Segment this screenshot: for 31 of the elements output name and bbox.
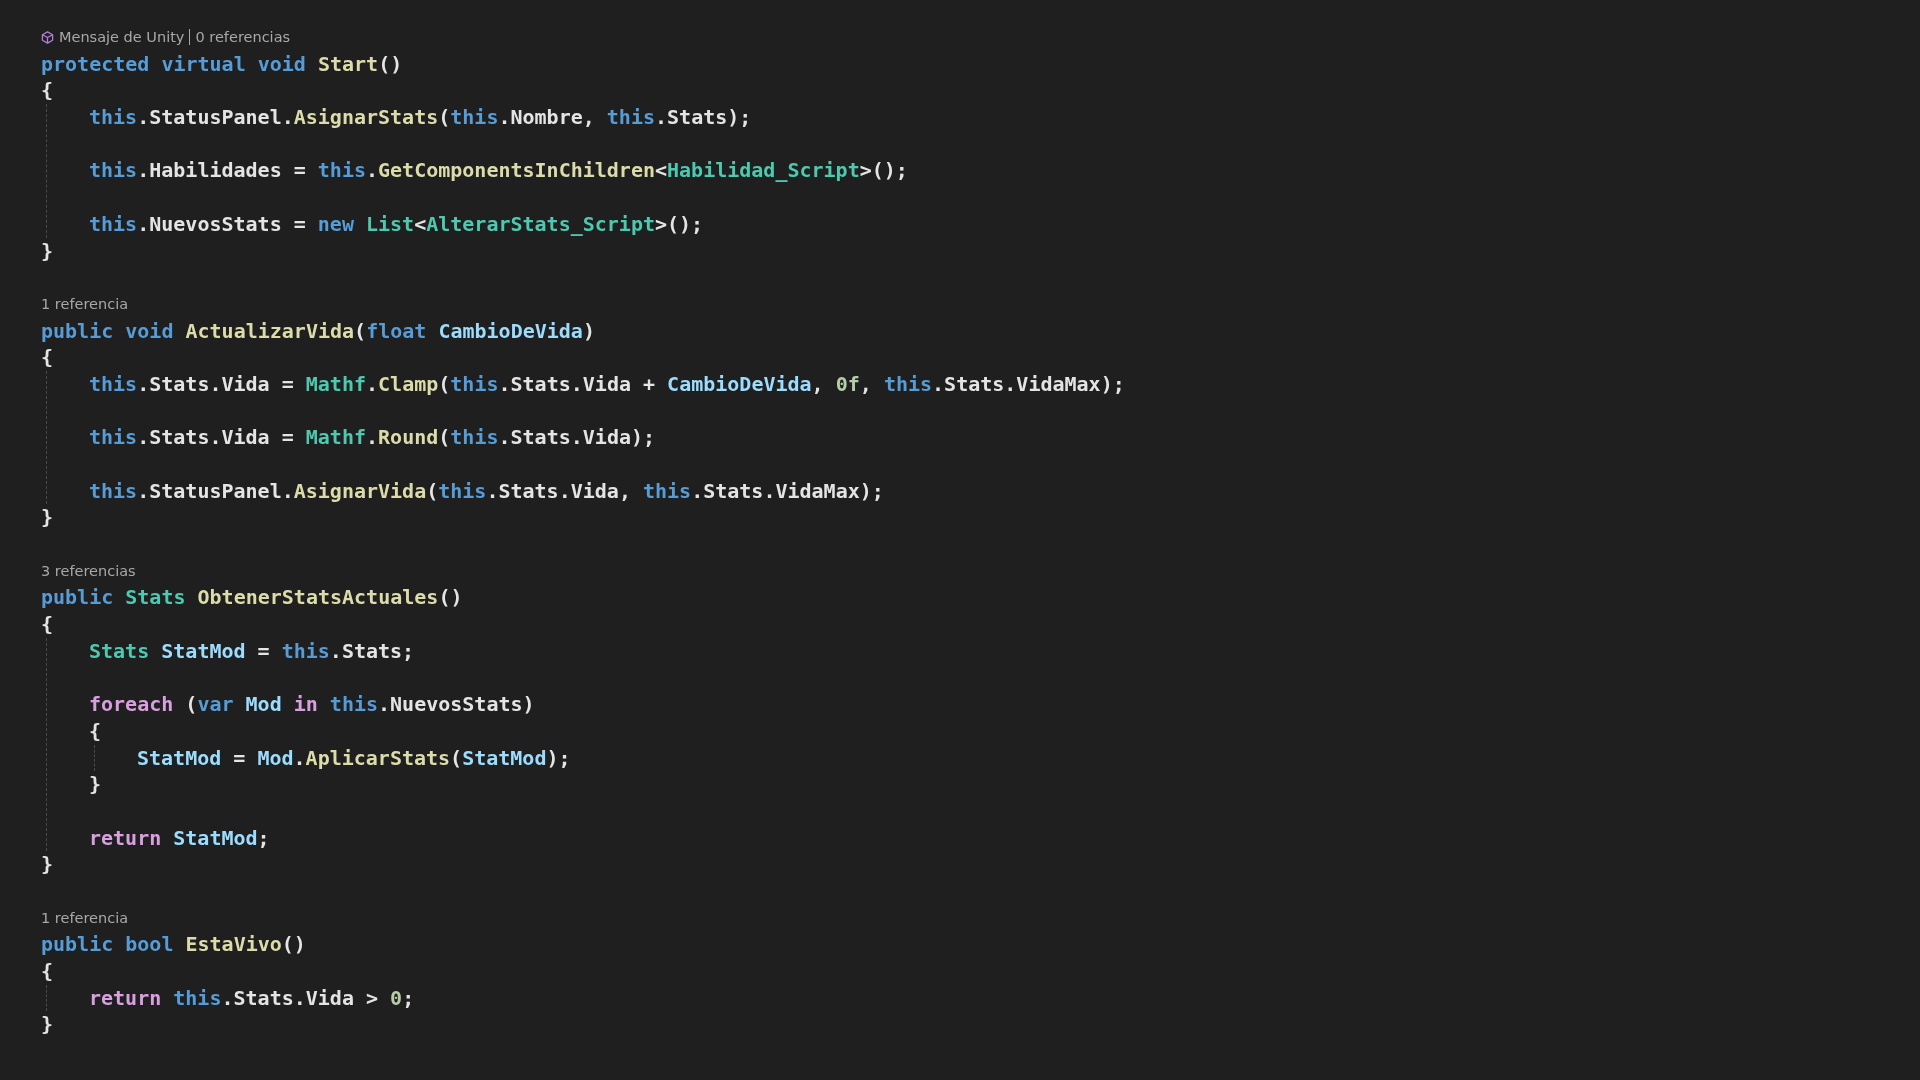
references-link[interactable]: 1 referencia — [41, 296, 129, 313]
references-link[interactable]: 0 referencias — [195, 29, 291, 46]
code-line: this.Stats.Vida = Mathf.Round(this.Stats.Vida); — [89, 424, 656, 451]
code-brace: } — [41, 237, 54, 265]
cube-icon — [41, 30, 54, 44]
code-brace: { — [41, 958, 54, 985]
code-brace: } — [89, 771, 102, 798]
method-signature: public void ActualizarVida(float CambioDeVida) — [41, 317, 595, 345]
code-line: this.StatusPanel.AsignarStats(this.Nombre, this.Stats); — [89, 104, 752, 131]
code-line: foreach (var Mod in this.NuevosStats) — [89, 691, 535, 718]
references-link[interactable]: 3 referencias — [41, 563, 136, 580]
code-line: Stats StatMod = this.Stats; — [89, 637, 415, 665]
code-line: this.NuevosStats = new List<AlterarStats_Script>(); — [89, 210, 704, 238]
unity-message-link[interactable]: Mensaje de Unity — [59, 29, 185, 46]
method-signature: public bool EstaVivo() — [41, 931, 306, 959]
code-brace: { — [89, 717, 102, 745]
method-signature: public Stats ObtenerStatsActuales() — [41, 584, 463, 612]
code-line: return this.Stats.Vida > 0; — [89, 984, 415, 1012]
code-brace: { — [41, 611, 54, 638]
code-brace: } — [41, 504, 54, 532]
code-line: this.Stats.Vida = Mathf.Clamp(this.Stats.Vida + CambioDeVida, 0f, this.Stats.VidaMax); — [89, 370, 1125, 398]
code-line: return StatMod; — [89, 824, 270, 852]
code-line: this.Habilidades = this.GetComponentsInChildren<Habilidad_Script>(); — [89, 157, 908, 185]
references-link[interactable]: 1 referencia — [41, 910, 129, 927]
code-brace: } — [41, 1011, 54, 1039]
code-brace: } — [41, 851, 54, 878]
method-signature: protected virtual void Start() — [41, 50, 403, 78]
code-line: StatMod = Mod.AplicarStats(StatMod); — [137, 744, 571, 772]
code-brace: { — [41, 344, 54, 371]
code-brace: { — [41, 77, 54, 105]
code-line: this.StatusPanel.AsignarVida(this.Stats.Vida, this.Stats.VidaMax); — [89, 477, 884, 505]
